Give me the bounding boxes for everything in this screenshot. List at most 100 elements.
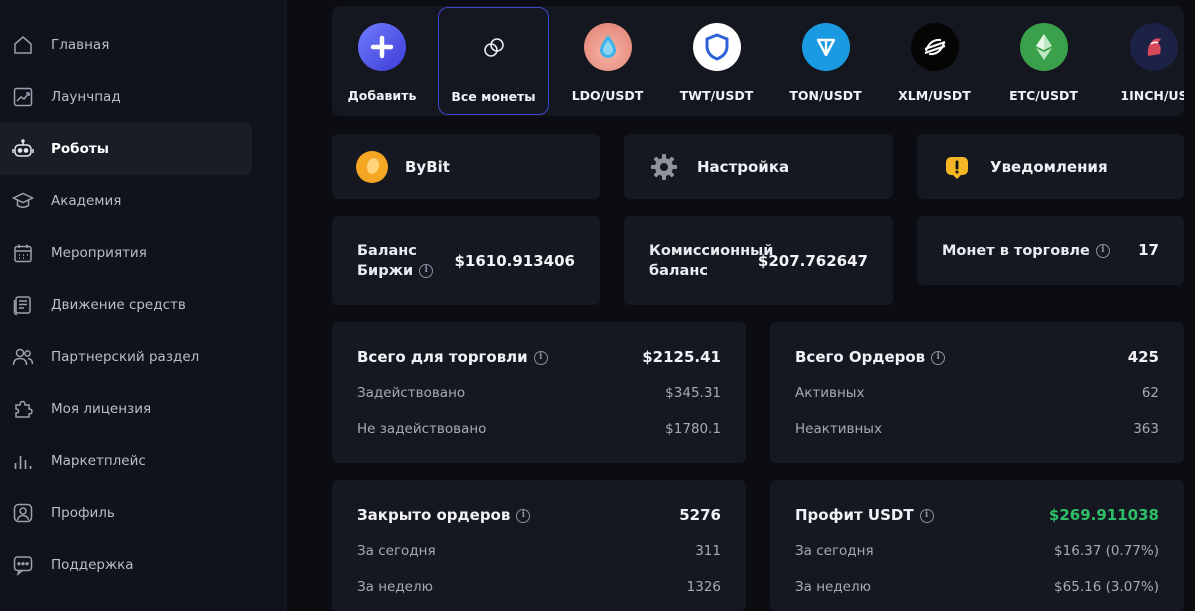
info-icon[interactable]: i	[931, 350, 946, 365]
chart-icon	[12, 86, 34, 108]
ledger-icon	[12, 294, 34, 316]
sidebar-item-marketplace[interactable]: Маркетплейс	[0, 435, 252, 487]
info-icon[interactable]: i	[919, 508, 934, 523]
stat-row-value: $65.16 (3.07%)	[1054, 579, 1159, 595]
stat-row-value: 311	[695, 543, 721, 559]
coin-1inch[interactable]: 1INCH/US	[1104, 6, 1184, 116]
info-icon[interactable]: i	[1095, 244, 1110, 258]
coins-in-trade-card: Монет в торговле i 17	[917, 216, 1184, 285]
sidebar-item-label: Движение средств	[51, 297, 186, 313]
stat-row-label: За сегодня	[357, 543, 436, 559]
orders-total-card: Всего Ордеров i 425 Активных 62 Неактивны…	[770, 322, 1184, 463]
sidebar-item-events[interactable]: Мероприятия	[0, 227, 252, 279]
stat-row-label: За неделю	[795, 579, 871, 595]
coins-in-trade-label: Монет в торговле i	[942, 241, 1110, 261]
commission-balance-value: $207.762647	[757, 252, 868, 270]
xlm-icon	[910, 23, 959, 71]
sidebar-item-home[interactable]: Главная	[0, 19, 252, 71]
info-icon[interactable]: i	[516, 508, 531, 523]
profit-card: Профит USDT i $269.911038 За сегодня $16.…	[770, 480, 1184, 611]
stat-row-value: $345.31	[665, 385, 721, 401]
stat-title: Всего Ордеров i	[795, 348, 946, 366]
sidebar-item-robots[interactable]: Роботы	[0, 123, 252, 175]
info-icon[interactable]: i	[533, 350, 548, 365]
stat-title: Профит USDT i	[795, 506, 934, 524]
academy-cap-icon	[12, 190, 34, 212]
coin-etc[interactable]: ETC/USDT	[995, 6, 1092, 116]
sidebar-item-label: Моя лицензия	[51, 401, 152, 417]
calendar-icon	[12, 242, 34, 264]
gear-icon	[648, 151, 680, 183]
add-coin-button[interactable]: Добавить	[332, 6, 432, 116]
stat-title: Всего для торговли i	[357, 348, 548, 366]
robot-icon	[12, 138, 34, 160]
partners-icon	[12, 346, 34, 368]
sidebar-item-label: Маркетплейс	[51, 453, 146, 469]
stat-row-label: Задействовано	[357, 385, 466, 401]
sidebar-item-partners[interactable]: Партнерский раздел	[0, 331, 252, 383]
ton-icon	[801, 23, 850, 71]
sidebar-item-academy[interactable]: Академия	[0, 175, 252, 227]
sidebar-item-profile[interactable]: Профиль	[0, 487, 252, 539]
twt-shield-icon	[692, 23, 741, 71]
stat-row-label: Не задействовано	[357, 421, 487, 437]
coins-icon	[470, 24, 518, 72]
stat-total: $2125.41	[642, 348, 721, 366]
puzzle-icon	[12, 398, 34, 420]
bars-icon	[12, 450, 34, 472]
commission-balance-card: Комиссионный баланс $207.762647	[624, 216, 893, 305]
notifications-button[interactable]: Уведомления	[917, 134, 1184, 199]
sidebar-item-label: Профиль	[51, 505, 115, 521]
commission-balance-label: Комиссионный баланс	[649, 243, 774, 279]
info-icon[interactable]: i	[419, 264, 434, 278]
stat-row-value: 363	[1133, 421, 1159, 437]
stat-total: 5276	[679, 506, 721, 524]
profit-total: $269.911038	[1048, 506, 1159, 524]
home-icon	[12, 34, 34, 56]
bybit-icon	[356, 150, 388, 183]
profile-icon	[12, 502, 34, 524]
closed-orders-card: Закрыто ордеров i 5276 За сегодня 311 За …	[332, 480, 746, 611]
sidebar-item-transactions[interactable]: Движение средств	[0, 279, 252, 331]
sidebar-item-license[interactable]: Моя лицензия	[0, 383, 252, 435]
stat-row-label: За сегодня	[795, 543, 874, 559]
sidebar-item-support[interactable]: Поддержка	[0, 539, 252, 591]
exchange-balance-label: Баланс Биржи i	[357, 241, 434, 281]
coin-selector: Добавить Все монеты LDO/USDT TWT/USDT TO…	[332, 6, 1184, 116]
settings-button[interactable]: Настройка	[624, 134, 893, 199]
exchange-button[interactable]: ByBit	[332, 134, 600, 199]
exchange-balance-card: Баланс Биржи i $1610.913406	[332, 216, 600, 305]
ldo-icon	[583, 23, 632, 71]
warning-icon	[941, 151, 973, 183]
sidebar-item-label: Мероприятия	[51, 245, 147, 261]
coin-twt[interactable]: TWT/USDT	[668, 6, 765, 116]
sidebar-item-label: Академия	[51, 193, 122, 209]
stat-title: Закрыто ордеров i	[357, 506, 531, 524]
sidebar-item-label: Поддержка	[51, 557, 134, 573]
stat-row-value: 1326	[686, 579, 721, 595]
coins-in-trade-value: 17	[1138, 241, 1159, 259]
exchange-balance-value: $1610.913406	[454, 252, 575, 270]
1inch-icon	[1130, 23, 1178, 71]
sidebar-item-launchpad[interactable]: Лаунчпад	[0, 71, 252, 123]
stat-row-label: Неактивных	[795, 421, 882, 437]
stat-row-value: $1780.1	[665, 421, 721, 437]
coin-xlm[interactable]: XLM/USDT	[886, 6, 983, 116]
stat-row-value: 62	[1141, 385, 1159, 401]
chat-icon	[12, 554, 34, 576]
stat-row-label: За неделю	[357, 579, 433, 595]
sidebar-item-label: Роботы	[51, 141, 109, 157]
stat-total: 425	[1127, 348, 1159, 366]
coin-ldo[interactable]: LDO/USDT	[559, 6, 656, 116]
trading-total-card: Всего для торговли i $2125.41 Задействова…	[332, 322, 746, 463]
sidebar: Главная Лаунчпад Роботы Академия Меропри…	[0, 0, 286, 611]
etc-icon	[1019, 23, 1068, 71]
sidebar-item-label: Лаунчпад	[51, 89, 121, 105]
all-coins-button[interactable]: Все монеты	[438, 7, 549, 115]
coin-ton[interactable]: TON/USDT	[777, 6, 874, 116]
plus-icon	[358, 23, 406, 71]
stat-row-label: Активных	[795, 385, 865, 401]
sidebar-item-label: Главная	[51, 37, 110, 53]
sidebar-item-label: Партнерский раздел	[51, 349, 200, 365]
stat-row-value: $16.37 (0.77%)	[1054, 543, 1159, 559]
